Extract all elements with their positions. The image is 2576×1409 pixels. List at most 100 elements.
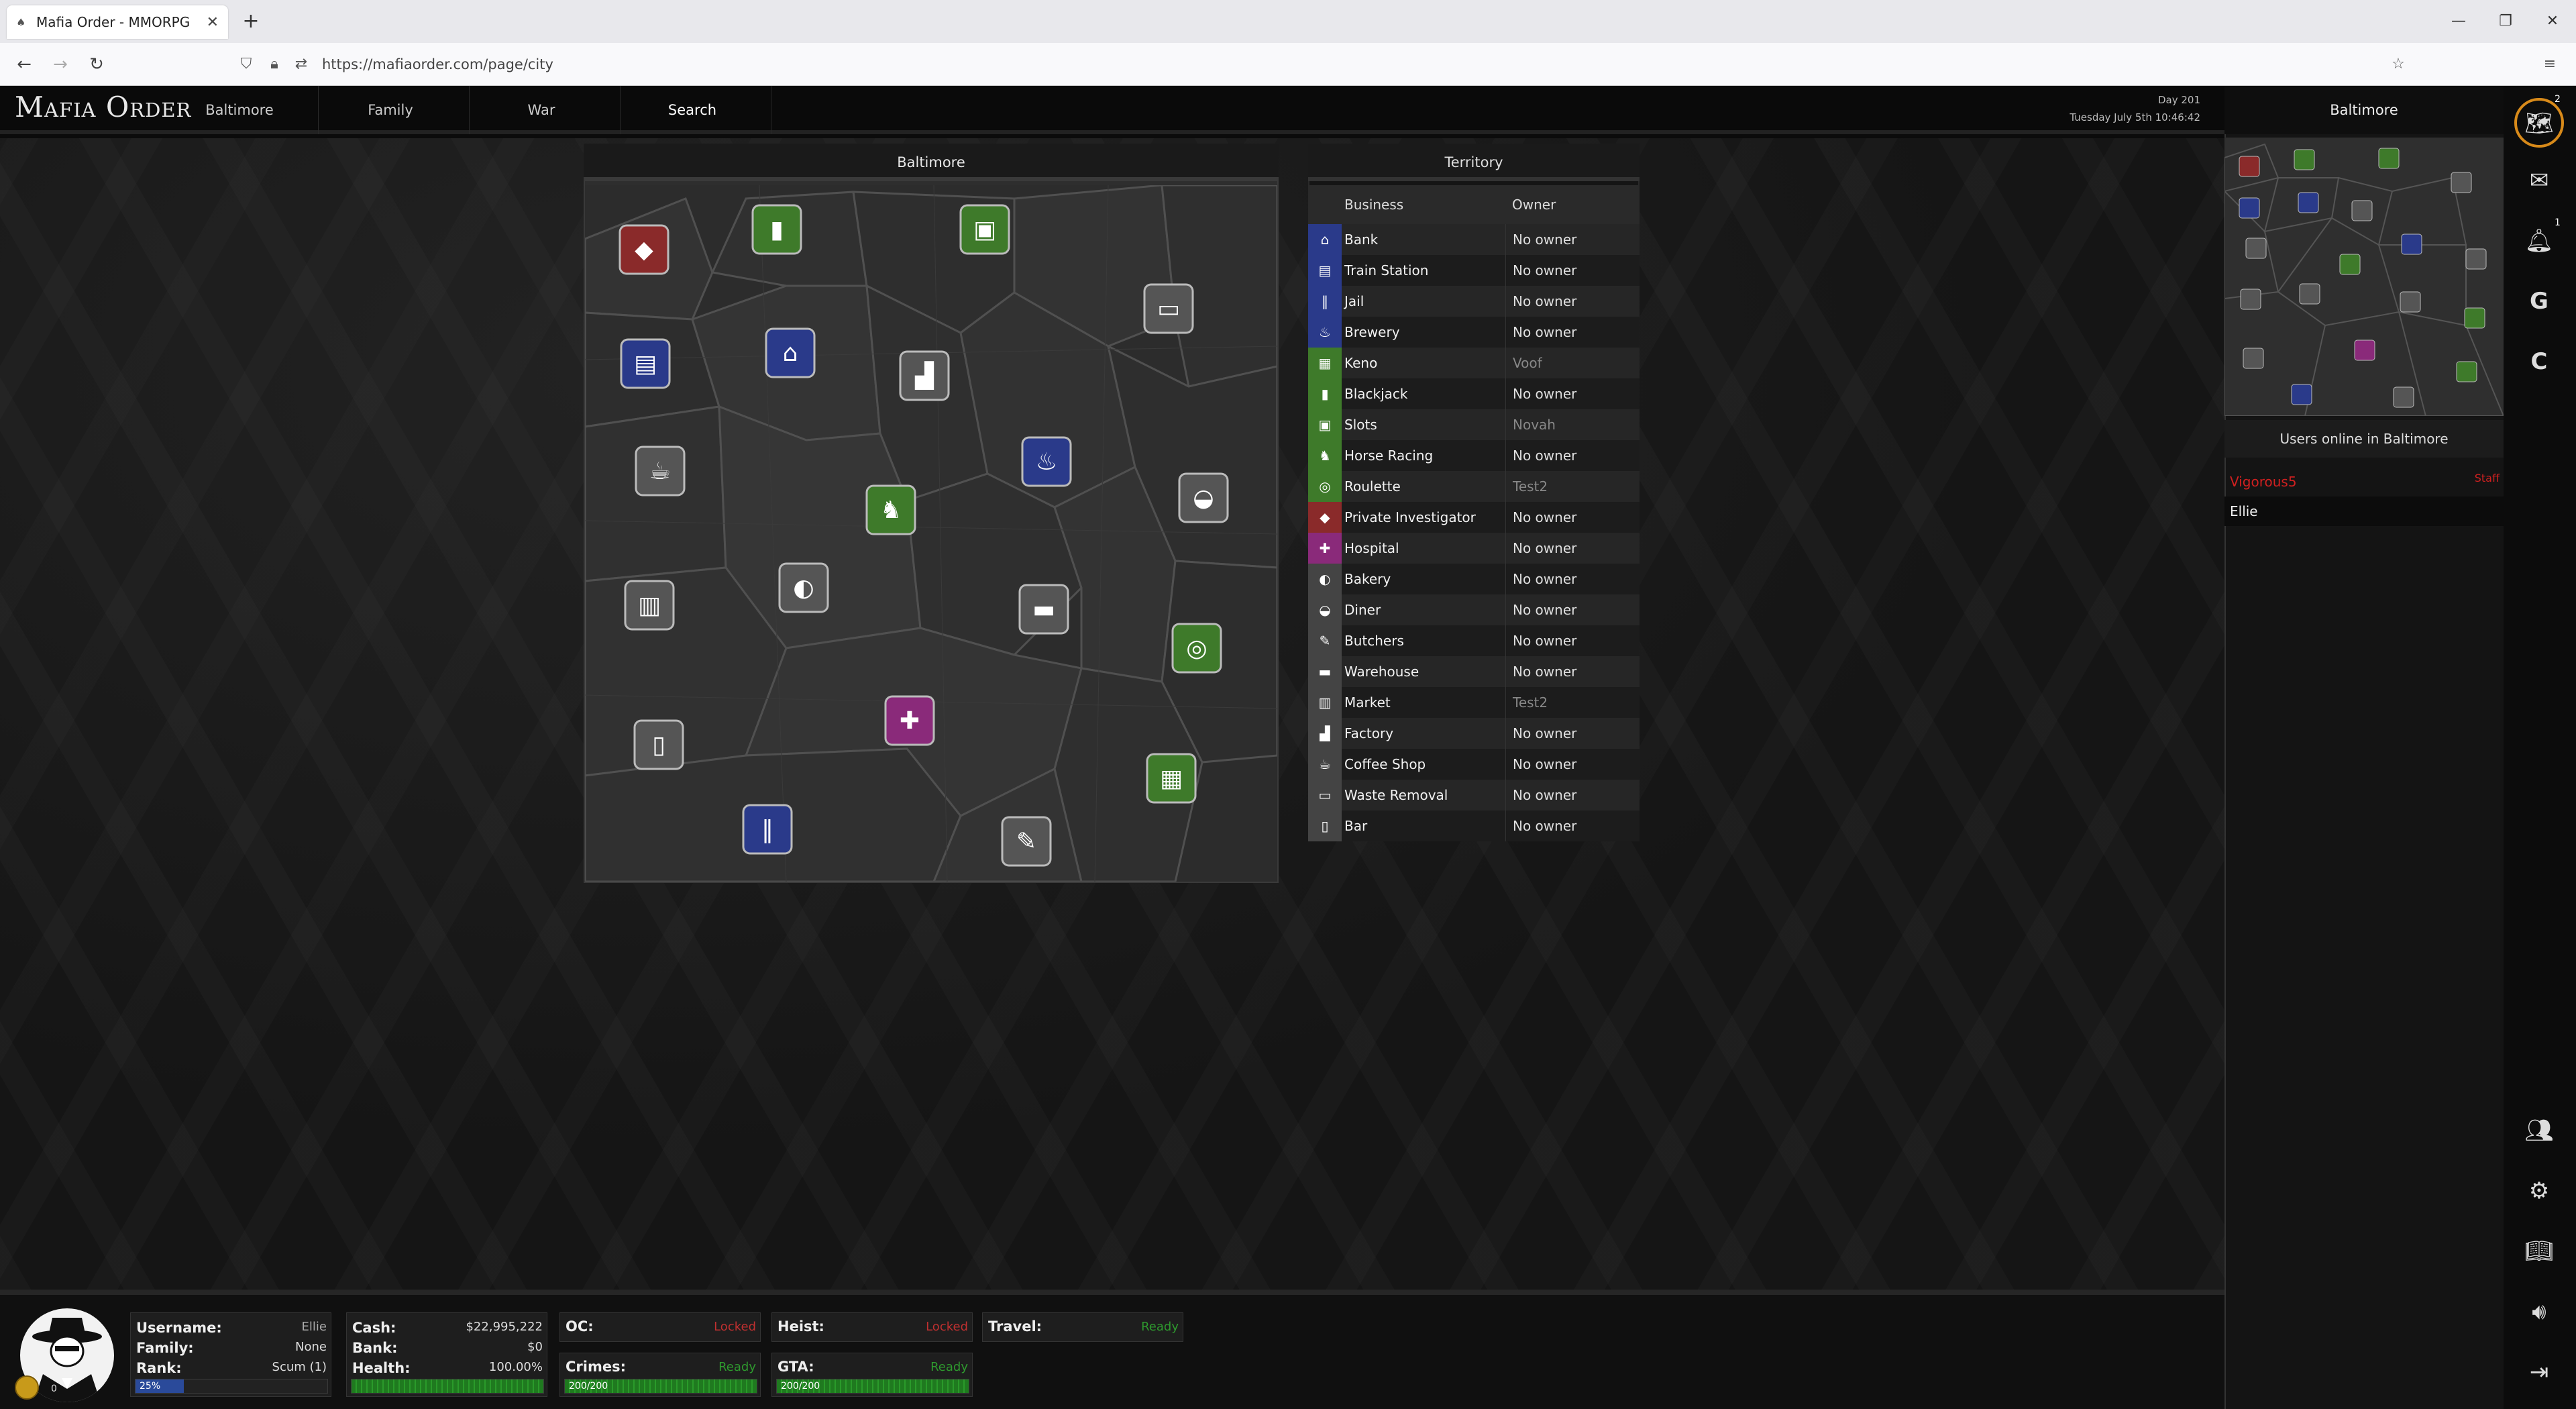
- c-icon[interactable]: C: [2517, 340, 2561, 384]
- business-owner[interactable]: Voof: [1505, 348, 1647, 378]
- business-name[interactable]: Horse Racing: [1344, 440, 1505, 471]
- business-name[interactable]: Waste Removal: [1344, 780, 1505, 811]
- mail-icon[interactable]: ✉: [2517, 158, 2561, 203]
- train-station-marker[interactable]: ▤: [620, 338, 671, 389]
- close-window-button[interactable]: ✕: [2536, 9, 2569, 34]
- waste-removal-marker[interactable]: ▭: [1143, 283, 1194, 334]
- permissions-icon[interactable]: ⇄: [291, 54, 311, 75]
- new-tab-button[interactable]: +: [237, 8, 264, 35]
- blackjack-marker[interactable]: ▮: [751, 204, 802, 255]
- business-name[interactable]: Keno: [1344, 348, 1505, 378]
- business-owner[interactable]: Test2: [1505, 687, 1647, 718]
- business-owner[interactable]: Novah: [1505, 409, 1647, 440]
- nav-search[interactable]: Search: [614, 86, 771, 134]
- bank-marker[interactable]: ⌂: [765, 327, 816, 378]
- online-user-row[interactable]: Vigorous5 Staff: [2224, 467, 2504, 497]
- territory-row[interactable]: ◆ Private Investigator No owner: [1308, 502, 1640, 533]
- private-investigator-marker[interactable]: ◆: [619, 224, 669, 275]
- territory-row[interactable]: ▥ Market Test2: [1308, 687, 1640, 718]
- business-name[interactable]: Market: [1344, 687, 1505, 718]
- business-name[interactable]: Private Investigator: [1344, 502, 1505, 533]
- crimes-box[interactable]: Crimes: Ready 200/200: [559, 1353, 761, 1397]
- mini-map[interactable]: [2224, 138, 2504, 416]
- book-icon[interactable]: 📖︎: [2517, 1229, 2561, 1273]
- territory-row[interactable]: ◎ Roulette Test2: [1308, 471, 1640, 502]
- territory-row[interactable]: ▟ Factory No owner: [1308, 718, 1640, 749]
- business-name[interactable]: Factory: [1344, 718, 1505, 749]
- business-name[interactable]: Coffee Shop: [1344, 749, 1505, 780]
- business-name[interactable]: Train Station: [1344, 255, 1505, 286]
- brewery-marker[interactable]: ♨: [1021, 436, 1072, 487]
- territory-row[interactable]: ✎ Butchers No owner: [1308, 625, 1640, 656]
- lock-icon[interactable]: 🔒︎: [264, 54, 284, 75]
- business-name[interactable]: Bar: [1344, 811, 1505, 841]
- close-tab-icon[interactable]: ✕: [207, 14, 219, 31]
- roulette-marker[interactable]: ◎: [1171, 623, 1222, 674]
- online-user-name[interactable]: Vigorous5: [2230, 474, 2297, 490]
- market-marker[interactable]: ▥: [624, 580, 675, 631]
- business-name[interactable]: Slots: [1344, 409, 1505, 440]
- travel-box[interactable]: Travel: Ready: [982, 1312, 1183, 1342]
- business-name[interactable]: Brewery: [1344, 317, 1505, 348]
- territory-row[interactable]: ◒ Diner No owner: [1308, 594, 1640, 625]
- business-name[interactable]: Jail: [1344, 286, 1505, 317]
- territory-row[interactable]: ☕ Coffee Shop No owner: [1308, 749, 1640, 780]
- territory-row[interactable]: ✚ Hospital No owner: [1308, 533, 1640, 564]
- restore-window-button[interactable]: ❐: [2489, 9, 2522, 34]
- territory-row[interactable]: ▭ Waste Removal No owner: [1308, 780, 1640, 811]
- keno-marker[interactable]: ▦: [1146, 753, 1197, 804]
- nav-baltimore[interactable]: Baltimore: [161, 86, 319, 134]
- reload-icon[interactable]: ↻: [85, 52, 109, 76]
- business-name[interactable]: Bank: [1344, 224, 1505, 255]
- map-icon[interactable]: 🗺︎: [2514, 98, 2564, 148]
- territory-row[interactable]: ▦ Keno Voof: [1308, 348, 1640, 378]
- logout-icon[interactable]: ⇥: [2517, 1350, 2561, 1394]
- browser-tab[interactable]: ♠ Mafia Order - MMORPG ✕: [7, 5, 228, 39]
- minimize-window-button[interactable]: —: [2442, 9, 2475, 34]
- users-icon[interactable]: 👥︎: [2517, 1108, 2561, 1153]
- online-user-row[interactable]: Ellie: [2224, 497, 2504, 526]
- territory-row[interactable]: ‖ Jail No owner: [1308, 286, 1640, 317]
- warehouse-marker[interactable]: ▬: [1018, 584, 1069, 635]
- territory-row[interactable]: ▯ Bar No owner: [1308, 811, 1640, 841]
- territory-row[interactable]: ♨ Brewery No owner: [1308, 317, 1640, 348]
- territory-row[interactable]: ◐ Bakery No owner: [1308, 564, 1640, 594]
- coffee-shop-marker[interactable]: ☕: [635, 446, 686, 497]
- gear-icon[interactable]: ⚙: [2517, 1169, 2561, 1213]
- bakery-marker[interactable]: ◐: [778, 562, 829, 613]
- territory-row[interactable]: ▮ Blackjack No owner: [1308, 378, 1640, 409]
- oc-box[interactable]: OC: Locked: [559, 1312, 761, 1342]
- slots-marker[interactable]: ▣: [959, 204, 1010, 255]
- business-name[interactable]: Warehouse: [1344, 656, 1505, 687]
- forward-icon[interactable]: →: [48, 52, 72, 76]
- nav-family[interactable]: Family: [312, 86, 470, 134]
- business-name[interactable]: Butchers: [1344, 625, 1505, 656]
- heist-box[interactable]: Heist: Locked: [771, 1312, 973, 1342]
- g-icon[interactable]: G: [2517, 279, 2561, 323]
- bar-marker[interactable]: ▯: [633, 719, 684, 770]
- url-bar[interactable]: https://mafiaorder.com/page/city: [322, 52, 1529, 76]
- business-name[interactable]: Roulette: [1344, 471, 1505, 502]
- jail-marker[interactable]: ‖: [742, 804, 793, 855]
- online-user-name[interactable]: Ellie: [2230, 503, 2258, 519]
- business-name[interactable]: Hospital: [1344, 533, 1505, 564]
- territory-row[interactable]: ⌂ Bank No owner: [1308, 224, 1640, 255]
- nav-war[interactable]: War: [463, 86, 621, 134]
- coin-icon[interactable]: [15, 1375, 39, 1400]
- diner-marker[interactable]: ◒: [1178, 472, 1229, 523]
- territory-row[interactable]: ▬ Warehouse No owner: [1308, 656, 1640, 687]
- business-owner[interactable]: Test2: [1505, 471, 1647, 502]
- horse-racing-marker[interactable]: ♞: [865, 484, 916, 535]
- back-icon[interactable]: ←: [12, 52, 36, 76]
- factory-marker[interactable]: ▟: [899, 350, 950, 401]
- shield-icon[interactable]: ⛉: [236, 54, 256, 75]
- territory-row[interactable]: ▤ Train Station No owner: [1308, 255, 1640, 286]
- volume-icon[interactable]: 🔊︎: [2517, 1290, 2561, 1334]
- business-name[interactable]: Bakery: [1344, 564, 1505, 594]
- territory-row[interactable]: ♞ Horse Racing No owner: [1308, 440, 1640, 471]
- territory-row[interactable]: ▣ Slots Novah: [1308, 409, 1640, 440]
- business-name[interactable]: Diner: [1344, 594, 1505, 625]
- gta-box[interactable]: GTA: Ready 200/200: [771, 1353, 973, 1397]
- hospital-marker[interactable]: ✚: [884, 695, 935, 746]
- butchers-marker[interactable]: ✎: [1001, 816, 1052, 867]
